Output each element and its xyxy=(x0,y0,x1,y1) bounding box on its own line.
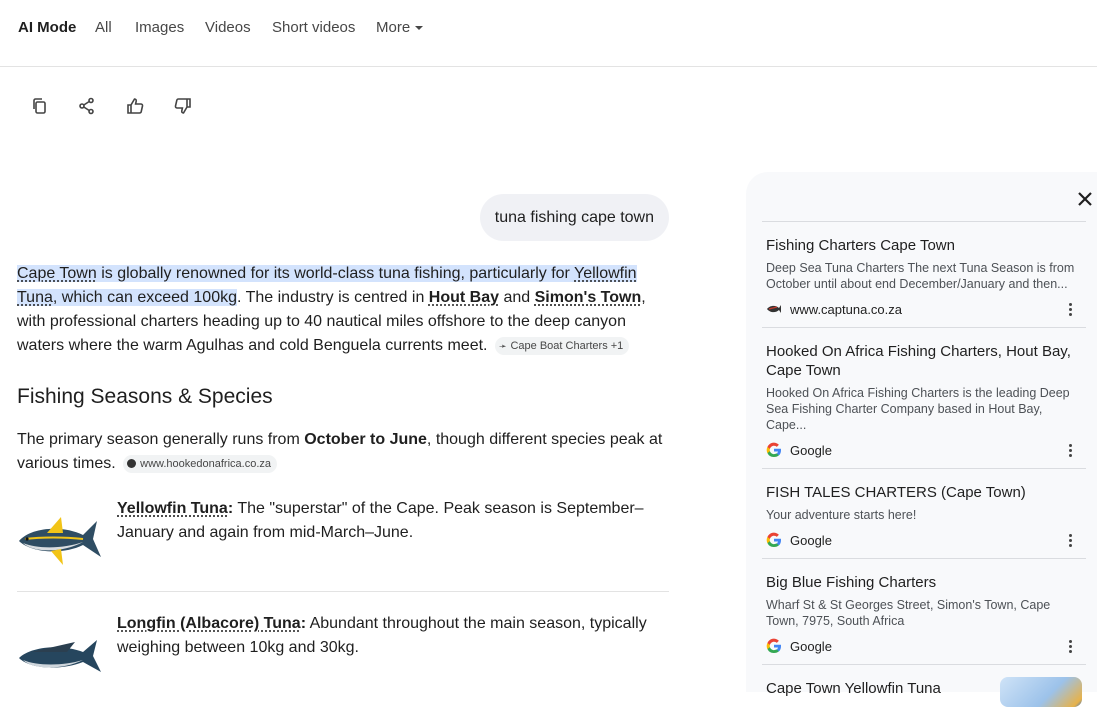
source-thumbnail xyxy=(1000,677,1082,707)
source-card[interactable]: Fishing Charters Cape Town Deep Sea Tuna… xyxy=(762,221,1086,327)
source-card[interactable]: FISH TALES CHARTERS (Cape Town) Your adv… xyxy=(762,468,1086,558)
caret-down-icon xyxy=(415,26,423,30)
season-text: The primary season generally runs from xyxy=(17,431,304,448)
source-title[interactable]: Hooked On Africa Fishing Charters, Hout … xyxy=(766,342,1082,380)
user-query-bubble: tuna fishing cape town xyxy=(480,194,669,241)
thumbs-down-icon[interactable] xyxy=(171,94,195,118)
source-chip-label: Cape Boat Charters +1 xyxy=(510,340,623,352)
source-chip-hookedonafrica[interactable]: www.hookedonafrica.co.za xyxy=(123,455,277,473)
source-site-label: www.captuna.co.za xyxy=(790,302,902,317)
highlight-text: is globally renowned for its world-class… xyxy=(97,265,574,282)
source-chip-cape-boat-charters[interactable]: ➛ Cape Boat Charters +1 xyxy=(495,337,629,355)
source-site: Google xyxy=(766,442,1082,458)
source-site: Google xyxy=(766,532,1082,548)
source-title[interactable]: Fishing Charters Cape Town xyxy=(766,236,1082,255)
site-favicon-icon xyxy=(127,459,136,468)
sources-panel: Fishing Charters Cape Town Deep Sea Tuna… xyxy=(746,172,1097,692)
section-heading: Fishing Seasons & Species xyxy=(17,383,669,411)
copy-icon[interactable] xyxy=(28,94,52,118)
source-title[interactable]: FISH TALES CHARTERS (Cape Town) xyxy=(766,483,1082,502)
entity-link-cape-town[interactable]: Cape Town xyxy=(17,265,97,282)
species-item-albacore: Longfin (Albacore) Tuna: Abundant throug… xyxy=(17,612,669,700)
intro-paragraph: Cape Town is globally renowned for its w… xyxy=(17,262,669,358)
more-options-icon[interactable] xyxy=(1062,532,1078,548)
source-list: Fishing Charters Cape Town Deep Sea Tuna… xyxy=(762,221,1086,708)
entity-link-yellowfin-tuna[interactable]: Yellowfin Tuna xyxy=(117,500,228,517)
source-site: Google xyxy=(766,638,1082,654)
google-icon xyxy=(766,638,782,654)
ai-answer: Cape Town is globally renowned for its w… xyxy=(17,262,669,700)
season-paragraph: The primary season generally runs from O… xyxy=(17,428,669,476)
species-item-yellowfin: Yellowfin Tuna: The "superstar" of the C… xyxy=(17,497,669,585)
close-icon[interactable] xyxy=(1075,189,1097,211)
source-description: Wharf St & St Georges Street, Simon's To… xyxy=(766,597,1082,629)
season-bold: October to June xyxy=(304,431,427,448)
fish-logo-icon: ➛ xyxy=(499,341,507,351)
google-icon xyxy=(766,532,782,548)
intro-text: and xyxy=(499,289,535,306)
tab-short-videos[interactable]: Short videos xyxy=(272,19,355,37)
highlight-text: , which can exceed 100kg xyxy=(53,289,237,306)
tab-ai-mode[interactable]: AI Mode xyxy=(18,19,76,37)
source-site-label: Google xyxy=(790,533,832,548)
more-options-icon[interactable] xyxy=(1062,442,1078,458)
source-card[interactable]: Hooked On Africa Fishing Charters, Hout … xyxy=(762,327,1086,468)
google-icon xyxy=(766,442,782,458)
entity-link-hout-bay[interactable]: Hout Bay xyxy=(429,289,499,306)
species-description: Yellowfin Tuna: The "superstar" of the C… xyxy=(117,497,669,545)
species-description: Longfin (Albacore) Tuna: Abundant throug… xyxy=(117,612,669,660)
source-site: www.captuna.co.za xyxy=(766,301,1082,317)
thumbs-up-icon[interactable] xyxy=(123,94,147,118)
source-chip-label: www.hookedonafrica.co.za xyxy=(140,458,271,470)
more-options-icon[interactable] xyxy=(1062,638,1078,654)
source-card[interactable]: Big Blue Fishing Charters Wharf St & St … xyxy=(762,558,1086,664)
source-card[interactable]: Cape Town Yellowfin Tuna xyxy=(762,664,1086,708)
tab-more-label: More xyxy=(376,19,410,36)
divider xyxy=(17,591,669,592)
fish-logo-icon xyxy=(766,303,782,315)
source-site-label: Google xyxy=(790,639,832,654)
entity-link-albacore-tuna[interactable]: Longfin (Albacore) Tuna xyxy=(117,615,301,632)
source-description: Hooked On Africa Fishing Charters is the… xyxy=(766,385,1082,433)
share-icon[interactable] xyxy=(75,94,99,118)
tab-images[interactable]: Images xyxy=(135,19,184,37)
tab-videos[interactable]: Videos xyxy=(205,19,251,37)
yellowfin-tuna-image xyxy=(17,509,103,569)
more-options-icon[interactable] xyxy=(1062,301,1078,317)
albacore-tuna-image xyxy=(17,624,103,684)
top-nav: AI Mode All Images Videos Short videos M… xyxy=(0,0,1097,67)
intro-text: . The industry is centred in xyxy=(237,289,429,306)
tab-all[interactable]: All xyxy=(95,19,112,37)
entity-link-simons-town[interactable]: Simon's Town xyxy=(535,289,642,306)
source-description: Your adventure starts here! xyxy=(766,507,1082,523)
tab-more[interactable]: More xyxy=(376,19,423,37)
source-site-label: Google xyxy=(790,443,832,458)
source-title[interactable]: Big Blue Fishing Charters xyxy=(766,573,1082,592)
source-description: Deep Sea Tuna Charters The next Tuna Sea… xyxy=(766,260,1082,292)
